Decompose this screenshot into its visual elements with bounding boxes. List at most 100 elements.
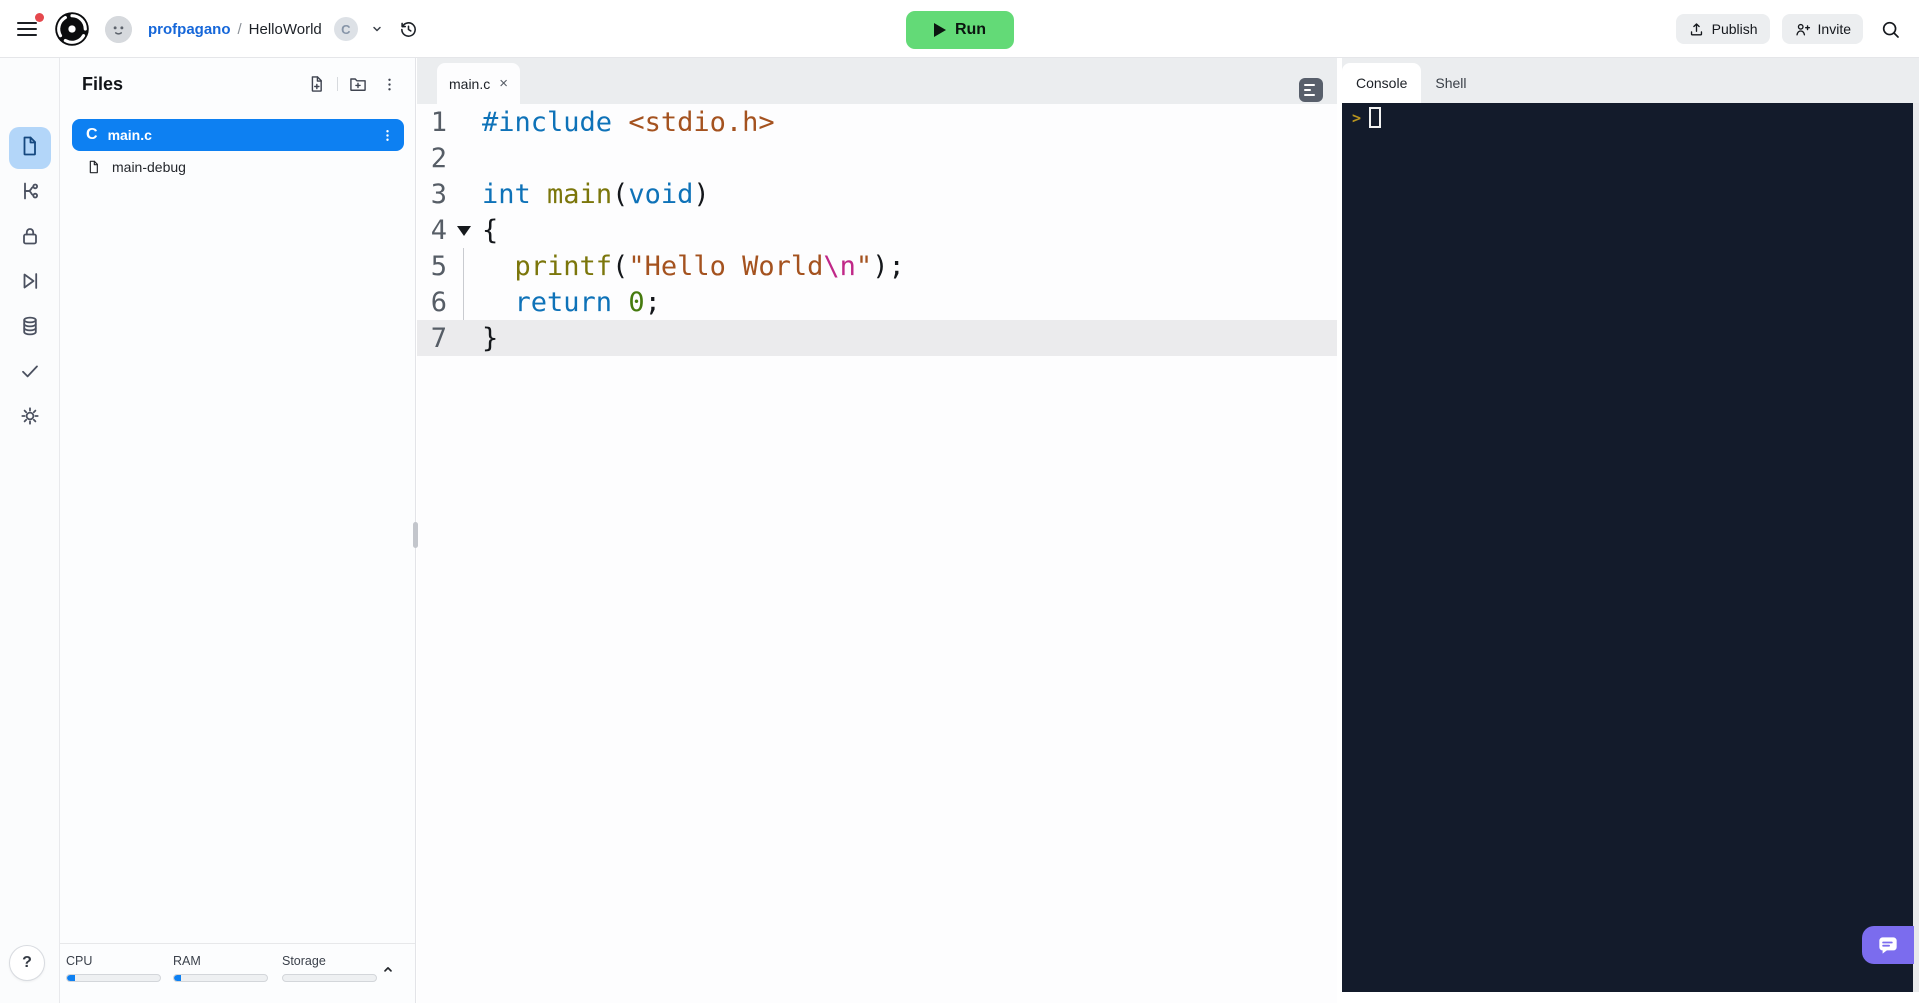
fold-column (447, 212, 482, 248)
chat-bubble-icon (1879, 937, 1897, 954)
chevron-down-icon[interactable] (368, 20, 386, 38)
line-number: 2 (430, 142, 447, 174)
files-kebab-menu-button[interactable] (378, 73, 401, 96)
rail-item-database[interactable] (9, 307, 51, 349)
publish-button[interactable]: Publish (1675, 14, 1770, 44)
hamburger-menu-button[interactable] (15, 13, 44, 42)
meter-fill (174, 975, 181, 981)
notification-dot (35, 13, 44, 22)
meter-label: RAM (173, 954, 201, 968)
code-line-4: 4{ (417, 212, 1337, 248)
rail-item-files[interactable] (9, 127, 51, 169)
rail-item-checks[interactable] (9, 352, 51, 394)
help-button[interactable]: ? (9, 945, 45, 981)
console-scrollbar[interactable] (1913, 103, 1919, 992)
replit-logo[interactable] (53, 10, 91, 48)
line-number: 3 (430, 178, 447, 210)
code-token: main (547, 178, 613, 210)
tab-main-c[interactable]: main.c × (437, 63, 520, 104)
tab-label: main.c (449, 75, 491, 92)
top-bar: profpagano / HelloWorld C Run Publish In… (0, 0, 1919, 58)
meter-cpu: CPU (66, 954, 161, 982)
code-line-5: 5 printf("Hello World\n"); (417, 248, 1337, 284)
line-number: 4 (430, 214, 447, 246)
file-kebab-menu-button[interactable] (379, 127, 396, 144)
database-icon (18, 314, 42, 343)
close-tab-icon[interactable]: × (499, 76, 508, 91)
fold-column (447, 284, 482, 320)
gear-icon (18, 404, 42, 433)
play-icon (933, 23, 946, 37)
terminal-cursor (1369, 107, 1382, 128)
add-file-icon (311, 76, 322, 92)
history-icon[interactable] (398, 19, 419, 40)
tab-console[interactable]: Console (1342, 63, 1422, 103)
check-icon (18, 359, 42, 388)
publish-button-label: Publish (1711, 21, 1758, 37)
meter-track (173, 974, 268, 982)
code-token: \n (823, 250, 856, 282)
left-rail: ? (0, 58, 60, 1003)
editor-layout-icon[interactable] (1299, 78, 1323, 102)
file-name: main-debug (112, 159, 186, 175)
resource-footer: CPU RAM Storage (60, 943, 415, 1003)
prompt-icon: > (1352, 108, 1362, 127)
divider (337, 77, 338, 91)
tab-shell[interactable]: Shell (1421, 63, 1480, 103)
panel-resize-handle[interactable] (413, 522, 418, 548)
invite-button[interactable]: Invite (1781, 14, 1863, 44)
fold-arrow-icon[interactable] (457, 226, 471, 236)
rail-item-version-control[interactable] (9, 172, 51, 214)
meter-fill (67, 975, 76, 981)
user-avatar[interactable] (105, 15, 132, 43)
chat-button[interactable] (1862, 926, 1914, 964)
line-number: 1 (430, 106, 447, 138)
kebab-icon (388, 78, 391, 90)
file-row-main-debug[interactable]: main-debug (72, 151, 404, 183)
indent-guide (463, 248, 464, 284)
meter-ram: RAM (173, 954, 268, 982)
rail-item-secrets[interactable] (9, 217, 51, 259)
chevron-up-icon[interactable] (379, 960, 397, 981)
search-icon[interactable] (1875, 14, 1905, 44)
add-folder-button[interactable] (346, 72, 370, 96)
user-plus-icon (1795, 23, 1810, 35)
editor-code-area[interactable]: 1 #include <stdio.h> 2 3 int main(void) 4{5 p… (417, 104, 1337, 1003)
code-token: "Hello World (628, 250, 824, 282)
code-token: ( (612, 250, 629, 282)
meter-track (282, 974, 377, 982)
code-token: { (482, 214, 499, 246)
breadcrumb-project-name: HelloWorld (248, 20, 322, 38)
line-number: 7 (430, 322, 447, 354)
fold-column (447, 104, 482, 140)
editor-tab-bar: main.c × (417, 58, 1337, 104)
console-terminal[interactable]: > (1342, 103, 1919, 992)
breadcrumb-username-link[interactable]: profpagano (148, 21, 231, 38)
console-tab-bar: Console Shell (1342, 58, 1919, 103)
fold-column (447, 248, 482, 284)
branch-icon (18, 179, 42, 208)
code-token: ); (872, 250, 905, 282)
files-icon (18, 134, 42, 163)
code-token: } (482, 322, 499, 354)
runner-icon (18, 269, 42, 298)
add-file-button[interactable] (305, 72, 329, 96)
invite-button-label: Invite (1817, 21, 1851, 37)
line-number: 6 (430, 286, 447, 318)
rail-item-settings[interactable] (9, 397, 51, 439)
lock-icon (18, 224, 42, 253)
code-token: printf (514, 250, 613, 282)
code-token: ( (612, 178, 629, 210)
meter-label: Storage (282, 954, 326, 968)
run-button[interactable]: Run (906, 11, 1014, 49)
code-token: return (514, 286, 613, 318)
c-file-icon: C (86, 126, 98, 143)
file-row-main.c[interactable]: Cmain.c (72, 119, 404, 151)
code-token: ; (644, 286, 661, 318)
code-token: void (628, 178, 694, 210)
fold-column (447, 140, 482, 176)
rail-item-workflows[interactable] (9, 262, 51, 304)
